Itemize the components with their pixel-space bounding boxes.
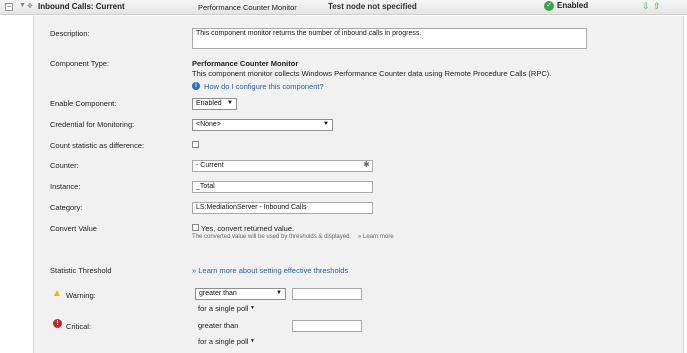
warning-icon: ▲ xyxy=(52,288,62,299)
statistic-threshold-label: Statistic Threshold xyxy=(50,266,112,275)
monitor-type: Performance Counter Monitor xyxy=(198,3,297,12)
chevron-down-icon: ▼ xyxy=(323,121,329,127)
enabled-status: Enabled xyxy=(557,1,589,10)
enable-component-label: Enable Component: xyxy=(50,99,117,108)
component-type-name: Performance Counter Monitor xyxy=(192,59,299,68)
counter-value: - Current xyxy=(196,162,224,169)
count-difference-checkbox[interactable] xyxy=(192,141,199,148)
test-node-status: Test node not specified xyxy=(328,2,417,11)
credential-select[interactable]: <None> ▼ xyxy=(192,119,333,131)
category-label: Category: xyxy=(50,203,83,212)
convert-value-checkbox[interactable] xyxy=(192,224,199,231)
collapse-toggle[interactable]: − xyxy=(5,3,13,11)
enabled-check-icon: ✓ xyxy=(544,1,554,11)
credential-value: <None> xyxy=(196,121,221,128)
critical-operator-select[interactable]: greater than xyxy=(198,321,238,330)
component-title: Inbound Calls: Current xyxy=(38,2,125,11)
drag-handle-icon[interactable]: ✥ xyxy=(27,2,33,10)
critical-threshold-field[interactable] xyxy=(292,320,362,332)
counter-field[interactable]: - Current xyxy=(192,160,373,172)
instance-label: Instance: xyxy=(50,182,81,191)
credential-label: Credential for Monitoring: xyxy=(50,120,135,129)
warning-poll-chevron-icon[interactable]: ▼ xyxy=(250,305,255,311)
counter-label: Counter: xyxy=(50,161,79,170)
convert-learn-more-link[interactable]: » Learn more xyxy=(358,234,394,240)
convert-value-label: Convert Value xyxy=(50,224,97,233)
component-type-label: Component Type: xyxy=(50,59,110,68)
warning-operator-select[interactable]: greater than ▼ xyxy=(195,288,286,300)
counter-browse-icon[interactable]: ✱ xyxy=(363,160,370,169)
warning-operator-value: greater than xyxy=(199,290,237,297)
expand-arrow-icon[interactable]: ▼ xyxy=(19,2,26,9)
configure-help-link[interactable]: How do I configure this component? xyxy=(204,82,324,91)
critical-icon: ! xyxy=(53,319,62,328)
move-up-icon[interactable]: ⇧ xyxy=(653,1,661,12)
convert-value-checkbox-label: Yes, convert returned value. xyxy=(201,224,295,233)
info-icon: i xyxy=(192,82,200,90)
critical-poll-select[interactable]: for a single poll xyxy=(198,337,248,346)
instance-field[interactable]: _Total xyxy=(192,181,373,193)
warning-threshold-field[interactable] xyxy=(292,288,362,300)
category-field[interactable]: LS:MediationServer - Inbound Calls xyxy=(192,202,373,214)
enable-component-select[interactable]: Enabled ▼ xyxy=(192,98,237,110)
warning-poll-select[interactable]: for a single poll xyxy=(198,304,248,313)
component-type-description: This component monitor collects Windows … xyxy=(192,69,552,78)
critical-poll-chevron-icon[interactable]: ▼ xyxy=(250,338,255,344)
critical-label: Critical: xyxy=(66,322,92,331)
chevron-down-icon: ▼ xyxy=(227,100,233,106)
convert-value-note: The converted value will be used by thre… xyxy=(192,234,352,240)
count-difference-label: Count statistic as difference: xyxy=(50,141,145,150)
component-header: − ▼ ✥ Inbound Calls: Current Performance… xyxy=(0,0,687,15)
threshold-learn-more-link[interactable]: » Learn more about setting effective thr… xyxy=(192,266,348,275)
chevron-down-icon: ▼ xyxy=(276,290,282,296)
description-field[interactable]: This component monitor returns the numbe… xyxy=(192,28,587,49)
move-down-icon[interactable]: ⇩ xyxy=(642,1,650,12)
enable-component-value: Enabled xyxy=(196,100,222,107)
warning-label: Warning: xyxy=(66,291,96,300)
description-label: Description: xyxy=(50,29,90,38)
